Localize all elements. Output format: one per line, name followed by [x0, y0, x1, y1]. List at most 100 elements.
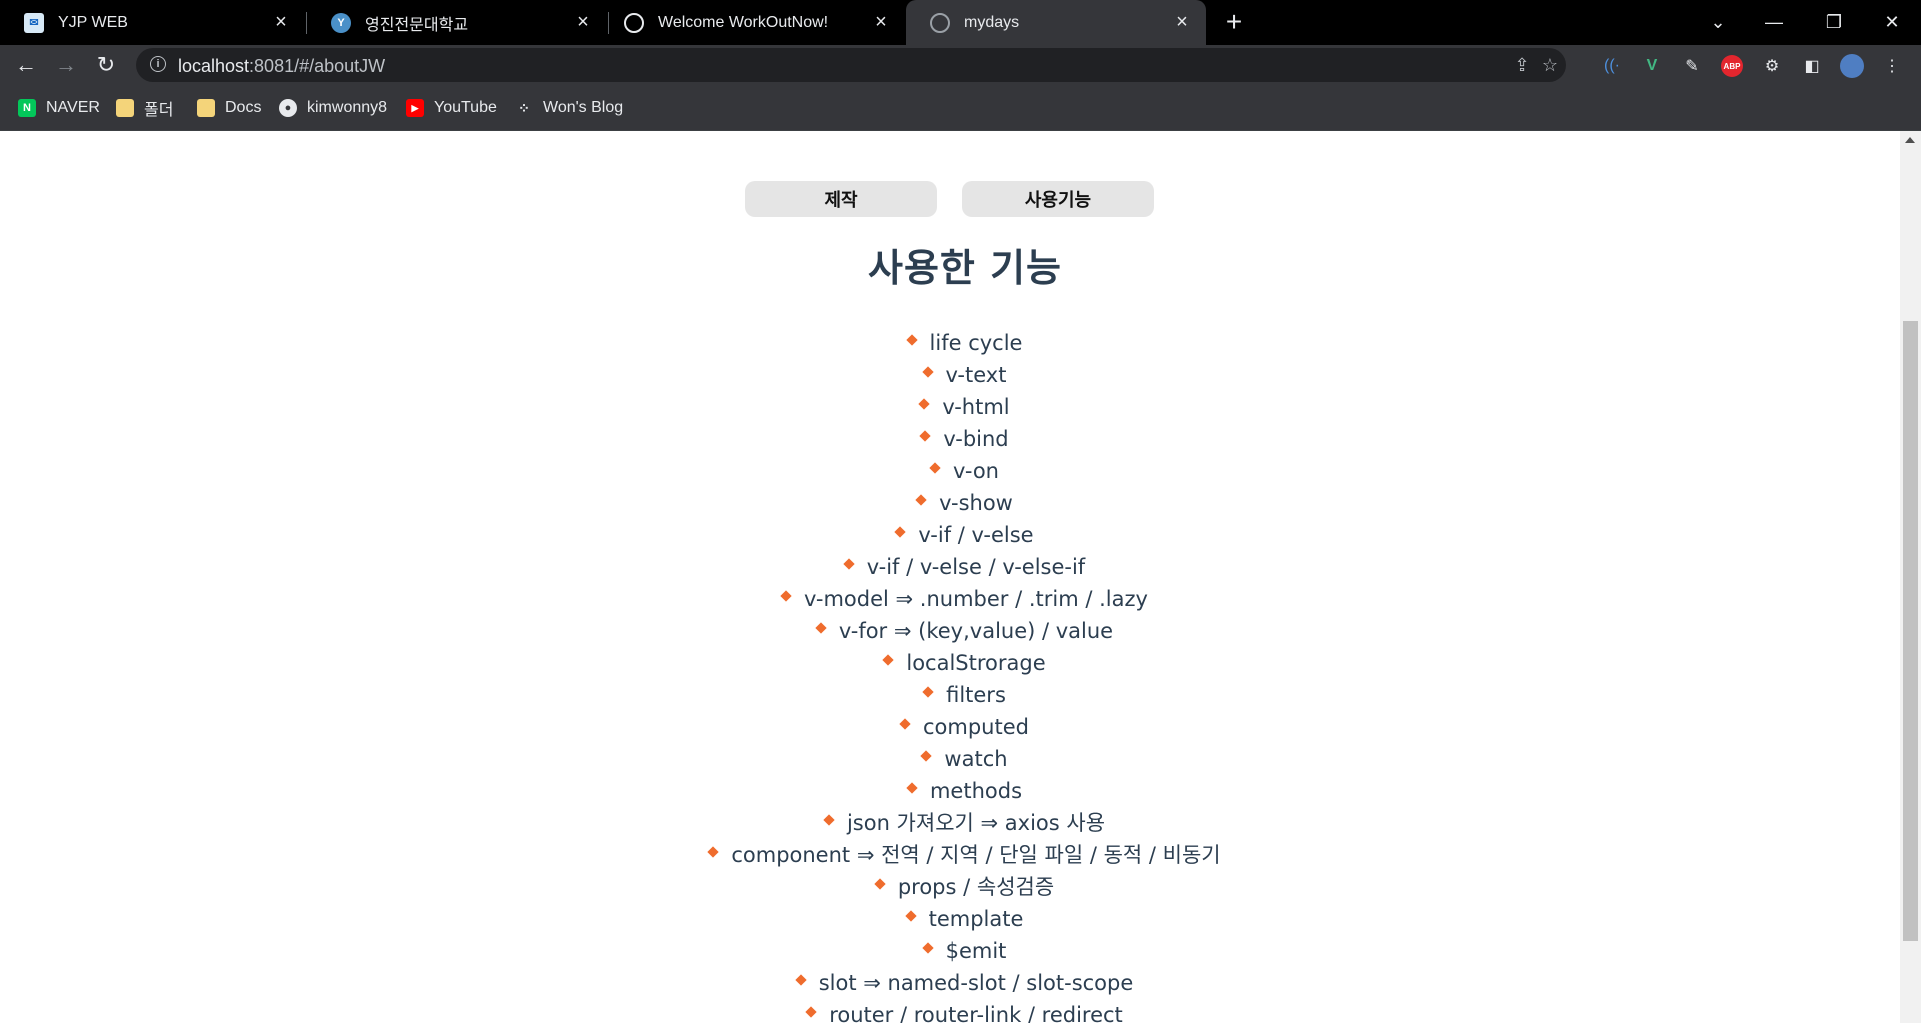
diamond-bullet-icon [922, 686, 934, 698]
close-window-icon[interactable]: ✕ [1864, 0, 1920, 45]
yjp-icon: ✉ [24, 12, 44, 33]
feature-label: v-bind [943, 427, 1009, 451]
folder-icon [197, 99, 215, 117]
feature-label: json 가져오기 ⇒ axios 사용 [846, 811, 1106, 835]
feature-item: v-on [0, 455, 1900, 487]
tab-strip: ✉ YJP WEB × Y 영진전문대학교 × Welcome WorkOutN… [0, 0, 1921, 45]
tab-yju[interactable]: Y 영진전문대학교 × [307, 0, 607, 45]
diamond-bullet-icon [707, 846, 720, 858]
feature-item: component ⇒ 전역 / 지역 / 단일 파일 / 동적 / 비동기 [0, 839, 1900, 871]
diamond-bullet-icon [929, 462, 941, 474]
globe-icon [624, 12, 644, 33]
diamond-bullet-icon [915, 494, 927, 506]
avatar[interactable] [1840, 54, 1864, 78]
tab-title: YJP WEB [58, 13, 128, 31]
github-icon: ● [279, 99, 297, 117]
feature-item: v-bind [0, 423, 1900, 455]
scrollbar[interactable] [1900, 131, 1921, 1023]
diamond-bullet-icon [894, 526, 907, 538]
features-button[interactable]: 사용기능 [962, 181, 1154, 217]
url-text[interactable]: localhost:8081/#/aboutJW [178, 56, 385, 77]
folder-icon [116, 99, 134, 117]
address-bar[interactable]: i localhost:8081/#/aboutJW ⇪ ☆ [136, 48, 1566, 82]
bookmark-docs[interactable]: Docs [197, 97, 261, 119]
feature-label: v-if / v-else / v-else-if [866, 555, 1086, 579]
tab-title: Welcome WorkOutNow! [658, 13, 829, 31]
feature-item: life cycle [0, 327, 1900, 359]
bookmark-blog[interactable]: ⁘ Won's Blog [515, 97, 623, 119]
feature-item: slot ⇒ named-slot / slot-scope [0, 967, 1900, 999]
feature-label: localStrorage [906, 651, 1046, 675]
feature-item: $emit [0, 935, 1900, 967]
back-icon[interactable]: ← [10, 49, 42, 81]
feature-item: methods [0, 775, 1900, 807]
menu-icon[interactable]: ⋮ [1880, 54, 1904, 78]
bookmark-youtube[interactable]: ▶ YouTube [406, 97, 497, 119]
feature-item: localStrorage [0, 647, 1900, 679]
close-icon[interactable]: × [1172, 11, 1192, 33]
bookmark-github[interactable]: ● kimwonny8 [279, 97, 387, 119]
bookmark-star-icon[interactable]: ☆ [1538, 53, 1562, 77]
feature-label: v-show [939, 491, 1013, 515]
feature-label: component ⇒ 전역 / 지역 / 단일 파일 / 동적 / 비동기 [731, 843, 1221, 867]
feature-label: life cycle [929, 331, 1023, 355]
page-content: 제작 사용기능 사용한 기능 life cycle v-text v-html v-b… [0, 131, 1900, 1023]
site-info-icon[interactable]: i [150, 56, 166, 72]
feature-label: v-model ⇒ .number / .trim / .lazy [804, 587, 1148, 611]
feature-label: v-text [945, 363, 1007, 387]
adblock-icon[interactable]: ABP [1720, 54, 1744, 78]
feature-label: $emit [945, 939, 1007, 963]
close-icon[interactable]: × [271, 11, 291, 33]
feature-label: props / 속성검증 [897, 875, 1055, 899]
diamond-bullet-icon [780, 590, 792, 602]
scrollbar-thumb[interactable] [1903, 321, 1918, 941]
feature-item: v-if / v-else [0, 519, 1900, 551]
feature-label: v-on [953, 459, 999, 483]
feature-item: v-model ⇒ .number / .trim / .lazy [0, 583, 1900, 615]
bookmark-naver[interactable]: N NAVER [18, 97, 100, 119]
share-icon[interactable]: ⇪ [1510, 53, 1534, 77]
feature-label: methods [929, 779, 1023, 803]
diamond-bullet-icon [921, 942, 934, 954]
tab-mydays[interactable]: mydays × [906, 0, 1206, 45]
extension-icon[interactable]: ((· [1600, 54, 1624, 78]
reload-icon[interactable]: ↻ [90, 49, 122, 81]
feature-item: filters [0, 679, 1900, 711]
feature-item: props / 속성검증 [0, 871, 1900, 903]
feature-item: v-for ⇒ (key,value) / value [0, 615, 1900, 647]
diamond-bullet-icon [795, 974, 807, 986]
color-picker-icon[interactable]: ✎ [1680, 54, 1704, 78]
tab-title: mydays [964, 13, 1020, 31]
url-path: :8081/#/aboutJW [249, 56, 386, 76]
bookmark-label: Won's Blog [543, 99, 624, 116]
forward-icon[interactable]: → [50, 49, 82, 81]
feature-label: slot ⇒ named-slot / slot-scope [818, 971, 1134, 995]
feature-label: v-html [942, 395, 1010, 419]
browser-toolbar: ← → ↻ i localhost:8081/#/aboutJW ⇪ ☆ ((·… [0, 45, 1921, 85]
blog-icon: ⁘ [518, 99, 530, 116]
feature-item: v-html [0, 391, 1900, 423]
feature-item: router / router-link / redirect [0, 999, 1900, 1023]
diamond-bullet-icon [921, 366, 934, 378]
tab-search-icon[interactable]: ⌄ [1690, 0, 1746, 45]
side-panel-icon[interactable]: ◧ [1800, 54, 1824, 78]
scroll-up-arrow-icon[interactable] [1905, 137, 1915, 143]
close-icon[interactable]: × [573, 11, 593, 33]
diamond-bullet-icon [882, 654, 895, 666]
bookmark-folder[interactable]: 폴더 [116, 97, 173, 119]
tab-workoutnow[interactable]: Welcome WorkOutNow! × [600, 0, 905, 45]
restore-icon[interactable]: ❐ [1806, 0, 1862, 45]
feature-label: filters [946, 683, 1006, 707]
minimize-icon[interactable]: — [1746, 0, 1802, 45]
page-title: 사용한 기능 [867, 246, 1063, 290]
made-button[interactable]: 제작 [745, 181, 937, 217]
bookmark-label: Docs [225, 99, 262, 116]
vue-devtools-icon[interactable]: V [1640, 54, 1664, 78]
extensions-puzzle-icon[interactable]: ⚙ [1760, 54, 1784, 78]
close-icon[interactable]: × [871, 11, 891, 33]
feature-list: life cycle v-text v-html v-bind v-on v-show v-… [0, 327, 1900, 1023]
youtube-icon: ▶ [406, 99, 424, 117]
new-tab-button[interactable]: + [1218, 6, 1250, 38]
diamond-bullet-icon [905, 334, 918, 346]
tab-yjp-web[interactable]: ✉ YJP WEB × [0, 0, 305, 45]
